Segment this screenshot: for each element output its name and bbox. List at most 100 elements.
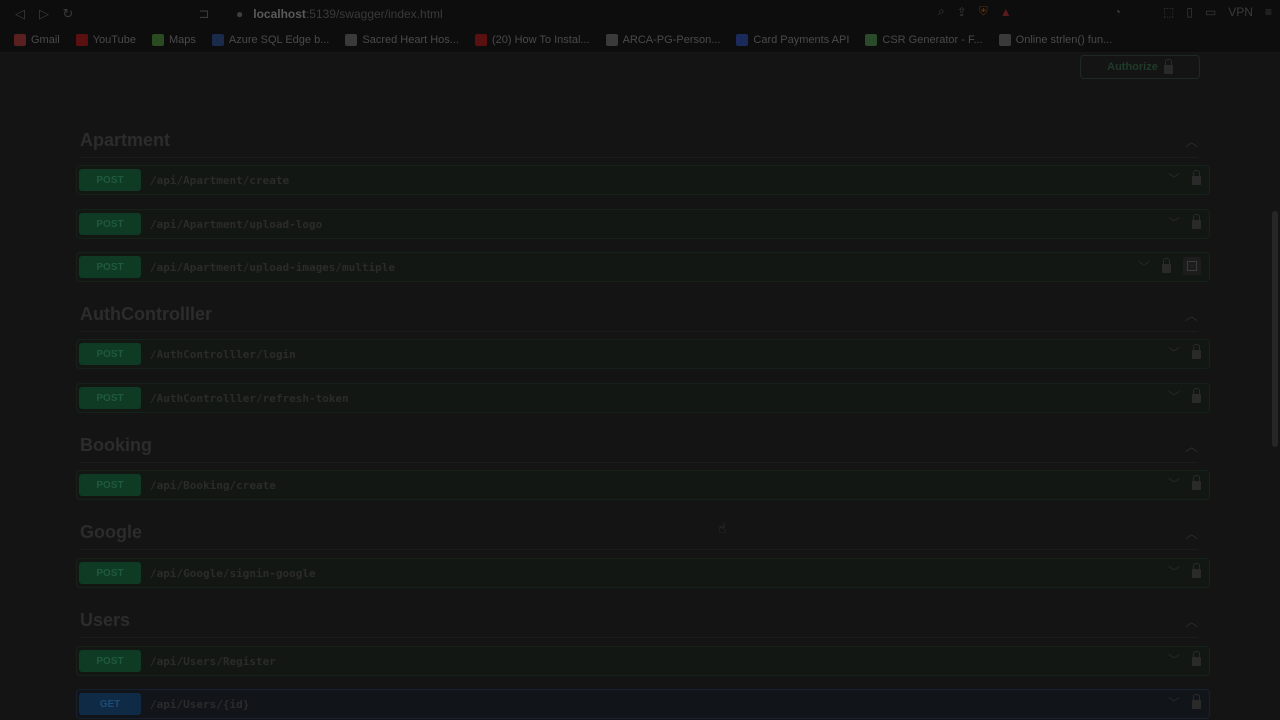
- brave-shield-icon[interactable]: ⛨: [979, 4, 988, 19]
- bookmark-label: YouTube: [92, 34, 136, 46]
- extension-icon[interactable]: ◔: [1114, 5, 1121, 19]
- bookmark-label: Sacred Heart Hos...: [362, 34, 459, 46]
- forward-icon[interactable]: ▷: [32, 4, 56, 24]
- chevron-down-icon[interactable]: ﹀: [1168, 694, 1180, 711]
- bookmark-icon[interactable]: ⊐: [192, 4, 216, 24]
- share-icon[interactable]: ⇪: [957, 5, 967, 19]
- operation-row[interactable]: POST/api/Google/signin-google ﹀: [76, 558, 1210, 588]
- bookmark-label: Card Payments API: [753, 34, 850, 46]
- bookmark-label: ARCA-PG-Person...: [622, 34, 721, 46]
- site-info-icon[interactable]: ●: [236, 7, 243, 21]
- bookmark-label: Gmail: [31, 34, 60, 46]
- operation-row[interactable]: POST/api/Users/Register ﹀: [76, 646, 1210, 676]
- address-bar[interactable]: ● localhost :5139/swagger/index.html: [236, 3, 896, 25]
- chevron-up-icon[interactable]: ︿: [1185, 305, 1198, 324]
- section-title: AuthControlller: [80, 303, 212, 324]
- bookmark-item[interactable]: CSR Generator - F...: [857, 34, 990, 46]
- bookmark-label: Online strlen() fun...: [1015, 34, 1113, 46]
- operation-row[interactable]: POST/api/Apartment/upload-images/multipl…: [76, 252, 1210, 282]
- bookmark-favicon-icon: [75, 34, 88, 46]
- bookmark-favicon-icon: [865, 34, 878, 46]
- bookmark-item[interactable]: Azure SQL Edge b...: [204, 34, 337, 46]
- bookmark-item[interactable]: Maps: [144, 34, 204, 46]
- method-badge: POST: [79, 256, 141, 278]
- chevron-down-icon[interactable]: ﹀: [1168, 475, 1180, 492]
- chevron-up-icon[interactable]: ︿: [1185, 131, 1198, 150]
- operation-row[interactable]: POST/api/Apartment/create ﹀: [76, 165, 1210, 195]
- wallet-icon[interactable]: ▭: [1205, 5, 1216, 19]
- lock-icon[interactable]: [1192, 563, 1201, 578]
- chevron-down-icon[interactable]: ﹀: [1168, 214, 1180, 231]
- operation-path: /api/Apartment/upload-logo: [150, 217, 323, 231]
- operation-row[interactable]: POST/AuthControlller/refresh-token ﹀: [76, 383, 1210, 413]
- authorize-button[interactable]: Authorize: [1080, 55, 1200, 79]
- lock-icon[interactable]: [1192, 214, 1201, 229]
- operation-row[interactable]: POST/AuthControlller/login ﹀: [76, 339, 1210, 369]
- lock-icon[interactable]: [1192, 694, 1201, 709]
- lock-icon[interactable]: [1162, 257, 1171, 273]
- copy-icon[interactable]: [1183, 257, 1201, 275]
- bookmarks-bar: Gmail YouTube Maps Azure SQL Edge b... Sacre…: [0, 28, 1280, 53]
- bookmark-favicon-icon: [605, 34, 618, 46]
- section-header[interactable]: Google ︿: [80, 515, 1198, 550]
- scrollbar[interactable]: [1272, 211, 1278, 447]
- bookmark-favicon-icon: [998, 34, 1011, 46]
- bookmark-item[interactable]: Card Payments API: [728, 34, 857, 46]
- section-header[interactable]: Booking ︿: [80, 428, 1198, 463]
- operation-path: /api/Users/{id}: [150, 697, 250, 711]
- chevron-up-icon[interactable]: ︿: [1185, 523, 1198, 542]
- bookmark-favicon-icon: [736, 34, 749, 46]
- chevron-up-icon[interactable]: ︿: [1185, 611, 1198, 630]
- lock-icon[interactable]: [1192, 170, 1201, 185]
- lock-icon[interactable]: [1192, 344, 1201, 359]
- method-badge: POST: [79, 474, 141, 496]
- operation-path: /api/Apartment/create: [150, 173, 290, 187]
- operation-row[interactable]: POST/api/Booking/create ﹀: [76, 470, 1210, 500]
- operation-path: /api/Apartment/upload-images/multiple: [150, 260, 396, 274]
- back-icon[interactable]: ◁: [8, 4, 32, 24]
- vpn-label: VPN: [1228, 4, 1253, 19]
- method-badge: POST: [79, 213, 141, 235]
- method-badge: POST: [79, 343, 141, 365]
- chevron-down-icon[interactable]: ﹀: [1168, 563, 1180, 580]
- section-title: Users: [80, 609, 131, 630]
- zoom-icon[interactable]: ⌕: [938, 4, 945, 19]
- section-header[interactable]: Apartment ︿: [80, 123, 1198, 158]
- method-badge: POST: [79, 562, 141, 584]
- chevron-down-icon[interactable]: ﹀: [1168, 344, 1180, 361]
- method-badge: POST: [79, 650, 141, 672]
- bookmark-label: CSR Generator - F...: [882, 34, 983, 46]
- bookmark-label: (20) How To Instal...: [491, 34, 590, 46]
- url-host: localhost: [253, 7, 306, 21]
- chevron-down-icon[interactable]: ﹀: [1168, 651, 1180, 668]
- chevron-down-icon[interactable]: ﹀: [1168, 170, 1180, 187]
- operation-row[interactable]: GET/api/Users/{id} ﹀: [76, 689, 1210, 719]
- sidebar-icon[interactable]: ▯: [1186, 5, 1193, 19]
- operation-path: /api/Users/Register: [150, 654, 276, 668]
- bookmark-item[interactable]: (20) How To Instal...: [467, 34, 598, 46]
- section-header[interactable]: Users ︿: [80, 603, 1198, 638]
- bookmark-item[interactable]: Sacred Heart Hos...: [337, 34, 467, 46]
- bookmark-item[interactable]: Online strlen() fun...: [991, 34, 1121, 46]
- extensions-puzzle-icon[interactable]: ⬚: [1163, 5, 1174, 19]
- bookmark-favicon-icon: [345, 34, 358, 46]
- rewards-icon[interactable]: ▲: [1000, 5, 1012, 19]
- chevron-down-icon[interactable]: ﹀: [1168, 388, 1180, 405]
- reload-icon[interactable]: ↻: [56, 4, 80, 24]
- operation-path: /api/Google/signin-google: [150, 566, 316, 580]
- chevron-up-icon[interactable]: ︿: [1185, 436, 1198, 455]
- section-header[interactable]: AuthControlller ︿: [80, 297, 1198, 332]
- bookmark-item[interactable]: YouTube: [68, 34, 144, 46]
- bookmark-item[interactable]: ARCA-PG-Person...: [598, 34, 729, 46]
- lock-icon[interactable]: [1192, 651, 1201, 666]
- menu-icon[interactable]: ≡: [1265, 5, 1272, 19]
- operation-row[interactable]: POST/api/Apartment/upload-logo ﹀: [76, 209, 1210, 239]
- chevron-down-icon[interactable]: ﹀: [1138, 258, 1150, 275]
- lock-icon[interactable]: [1192, 388, 1201, 403]
- lock-icon[interactable]: [1192, 475, 1201, 490]
- bookmark-item[interactable]: Gmail: [6, 34, 68, 46]
- section-title: Booking: [80, 434, 152, 455]
- method-badge: POST: [79, 169, 141, 191]
- bookmark-label: Maps: [168, 34, 196, 46]
- vpn-button[interactable]: VPN: [1228, 5, 1253, 19]
